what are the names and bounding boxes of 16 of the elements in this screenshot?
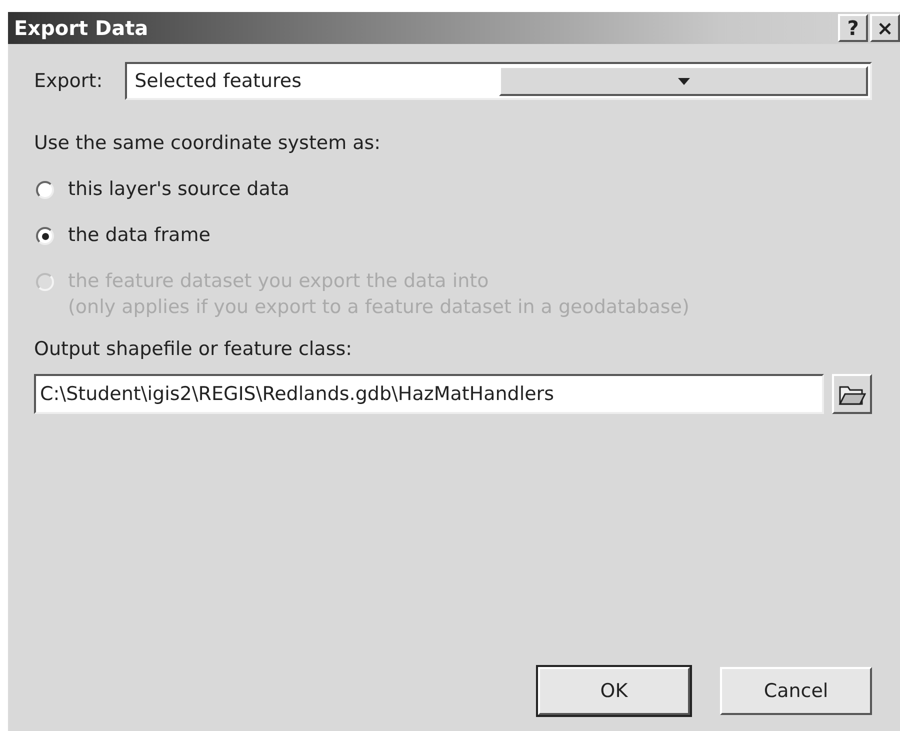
dialog-button[interactable]: Cancel [720, 667, 872, 715]
section-label: Output shapefile or feature class: [34, 338, 354, 360]
export-dropdown[interactable]: Selected features [124, 62, 872, 100]
field-label: Export: [34, 70, 103, 92]
radio-button[interactable] [36, 227, 54, 245]
dropdown-arrow-icon [678, 78, 690, 84]
window-title: Export Data [14, 16, 148, 40]
close-button[interactable]: × [870, 14, 900, 42]
output-path-field[interactable]: C:\Student\igis2\REGIS\Redlands.gdb\HazMatHandlers [34, 374, 824, 414]
radio-label: this layer's source data [68, 178, 290, 200]
dialog-button[interactable]: OK [538, 667, 690, 715]
help-button[interactable]: ? [838, 14, 868, 42]
browse-button[interactable] [832, 374, 872, 414]
radio-label: the data frame [68, 224, 210, 246]
section-label: Use the same coordinate system as: [34, 132, 382, 154]
radio-button[interactable] [36, 181, 54, 199]
